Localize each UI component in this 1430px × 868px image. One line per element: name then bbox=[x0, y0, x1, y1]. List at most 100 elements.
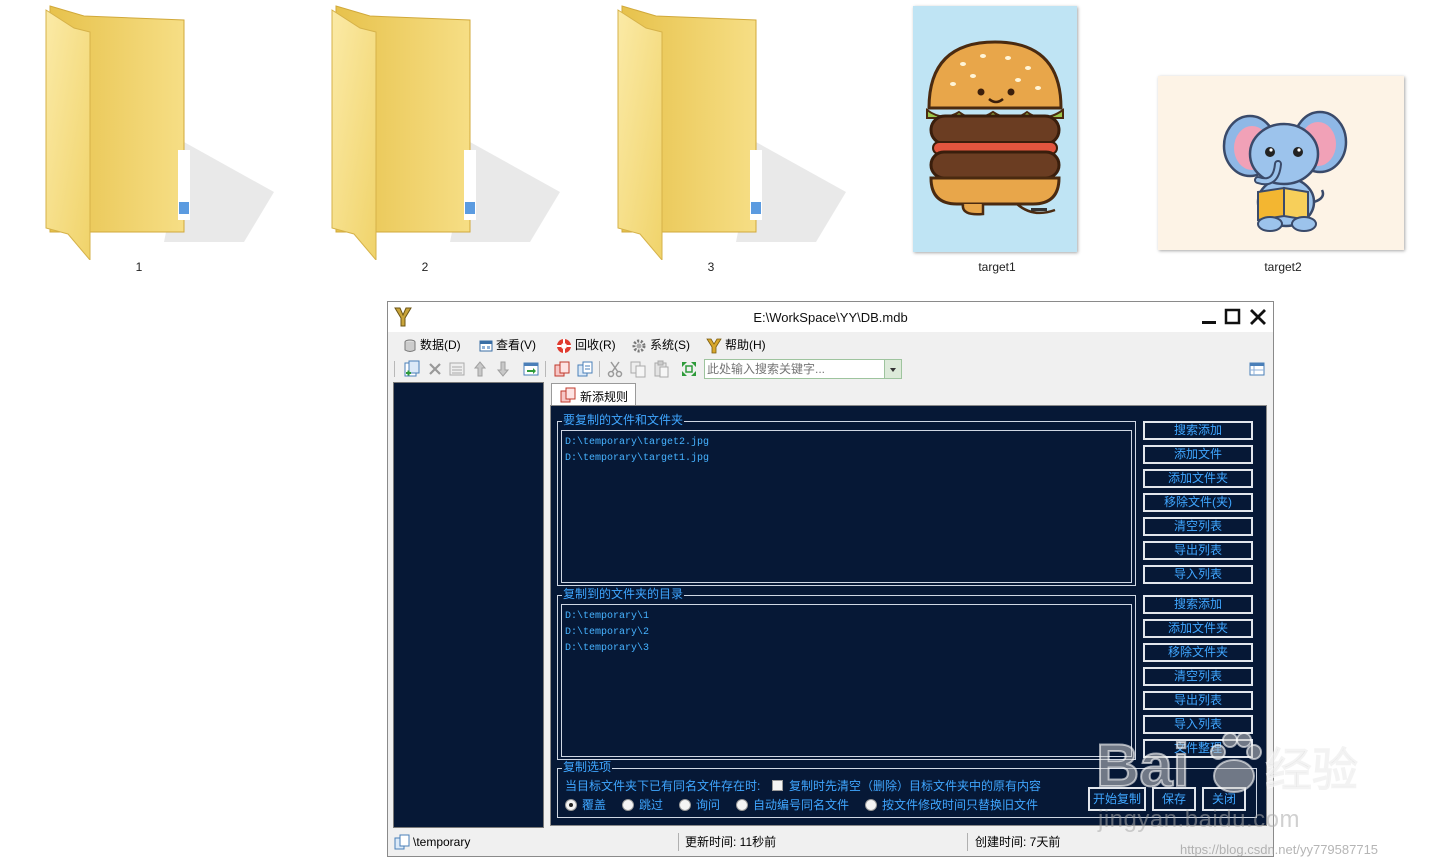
copy-icon bbox=[630, 361, 646, 378]
delete-button[interactable] bbox=[426, 360, 444, 378]
menu-label: 查看(V) bbox=[496, 338, 536, 352]
toolbar-grip bbox=[394, 361, 395, 377]
clear-first-checkbox[interactable] bbox=[772, 780, 783, 791]
list-item[interactable]: D:\temporary\3 bbox=[565, 641, 1131, 657]
list-item[interactable]: D:\temporary\target1.jpg bbox=[565, 451, 1131, 467]
rule-list-button[interactable] bbox=[576, 360, 594, 378]
image-item-target1[interactable]: target1 bbox=[872, 0, 1122, 280]
radio-auto-number-label: 自动编号同名文件 bbox=[753, 798, 850, 812]
database-icon bbox=[404, 339, 416, 352]
source-file-list[interactable]: D:\temporary\target2.jpg D:\temporary\ta… bbox=[561, 430, 1132, 583]
copy-rule-button[interactable] bbox=[553, 360, 571, 378]
copy-red-icon bbox=[560, 387, 576, 403]
target-export-button[interactable]: 导出列表 bbox=[1143, 691, 1253, 710]
folder-item-3[interactable]: 3 bbox=[586, 0, 846, 280]
paste-button[interactable] bbox=[652, 360, 670, 378]
minimize-icon bbox=[1202, 321, 1216, 324]
menu-data[interactable]: 数据(D) bbox=[403, 335, 461, 355]
source-clear-button[interactable]: 清空列表 bbox=[1143, 517, 1253, 536]
status-divider bbox=[967, 833, 968, 851]
svg-text:经验: 经验 bbox=[1266, 743, 1358, 797]
add-record-button[interactable] bbox=[403, 360, 421, 378]
target-group-title: 复制到的文件夹的目录 bbox=[562, 587, 685, 602]
radio-replace-older-label: 按文件修改时间只替换旧文件 bbox=[882, 798, 1039, 812]
list-item[interactable]: D:\temporary\target2.jpg bbox=[565, 435, 1131, 451]
list-item[interactable]: D:\temporary\1 bbox=[565, 609, 1131, 625]
tab-new-rule[interactable]: 新添规则 bbox=[551, 383, 636, 406]
rule-tree-panel[interactable] bbox=[393, 382, 544, 828]
delete-x-icon bbox=[429, 363, 441, 375]
toolbar-separator bbox=[599, 361, 600, 377]
window-title: E:\WorkSpace\YY\DB.mdb bbox=[753, 310, 908, 325]
app-window: E:\WorkSpace\YY\DB.mdb 数据(D) 查看(V) 回收(R)… bbox=[387, 301, 1274, 857]
radio-skip-label: 跳过 bbox=[639, 798, 664, 812]
source-search-add-button[interactable]: 搜索添加 bbox=[1143, 421, 1253, 440]
close-button[interactable] bbox=[1247, 306, 1269, 328]
target-import-button[interactable]: 导入列表 bbox=[1143, 715, 1253, 734]
source-add-folder-button[interactable]: 添加文件夹 bbox=[1143, 469, 1253, 488]
hamburger-thumbnail bbox=[913, 6, 1077, 252]
target-folder-list[interactable]: D:\temporary\1 D:\temporary\2 D:\tempora… bbox=[561, 604, 1132, 757]
title-bar[interactable]: E:\WorkSpace\YY\DB.mdb bbox=[388, 302, 1273, 332]
cut-button[interactable] bbox=[606, 360, 624, 378]
image-item-target2[interactable]: target2 bbox=[1158, 0, 1408, 280]
toolbar-separator bbox=[545, 361, 546, 377]
menu-label: 回收(R) bbox=[575, 338, 616, 352]
file-label: 3 bbox=[707, 260, 715, 274]
source-add-file-button[interactable]: 添加文件 bbox=[1143, 445, 1253, 464]
menu-bar: 数据(D) 查看(V) 回收(R) 系统(S) 帮助(H) bbox=[388, 332, 1273, 356]
status-divider bbox=[678, 833, 679, 851]
target-search-add-button[interactable]: 搜索添加 bbox=[1143, 595, 1253, 614]
menu-label: 系统(S) bbox=[650, 338, 690, 352]
radio-replace-older[interactable] bbox=[865, 799, 877, 811]
expand-icon bbox=[682, 362, 696, 376]
move-up-button[interactable] bbox=[471, 360, 489, 378]
window-export-icon bbox=[523, 362, 539, 376]
add-record-icon bbox=[404, 360, 420, 377]
watermark-url: https://blog.csdn.net/yy779587715 bbox=[1180, 842, 1379, 857]
options-group-title: 复制选项 bbox=[562, 760, 613, 775]
export-button[interactable] bbox=[522, 360, 540, 378]
menu-label: 帮助(H) bbox=[725, 338, 766, 352]
move-down-button[interactable] bbox=[494, 360, 512, 378]
target-clear-button[interactable]: 清空列表 bbox=[1143, 667, 1253, 686]
maximize-icon bbox=[1224, 308, 1241, 325]
source-export-button[interactable]: 导出列表 bbox=[1143, 541, 1253, 560]
radio-overwrite[interactable] bbox=[565, 799, 577, 811]
source-import-button[interactable]: 导入列表 bbox=[1143, 565, 1253, 584]
copy-button[interactable] bbox=[629, 360, 647, 378]
search-input[interactable] bbox=[705, 360, 887, 378]
maximize-button[interactable] bbox=[1222, 306, 1244, 328]
grid-layout-icon bbox=[1249, 362, 1265, 376]
folder-item-2[interactable]: 2 bbox=[300, 0, 560, 280]
menu-view[interactable]: 查看(V) bbox=[479, 335, 536, 355]
paste-icon bbox=[654, 360, 669, 378]
folder-item-1[interactable]: 1 bbox=[14, 0, 274, 280]
menu-system[interactable]: 系统(S) bbox=[631, 335, 690, 355]
menu-help[interactable]: 帮助(H) bbox=[706, 335, 766, 355]
file-label: 2 bbox=[421, 260, 429, 274]
source-remove-button[interactable]: 移除文件(夹) bbox=[1143, 493, 1253, 512]
search-dropdown-button[interactable] bbox=[884, 360, 901, 378]
minimize-button[interactable] bbox=[1198, 306, 1220, 328]
menu-recycle[interactable]: 回收(R) bbox=[556, 335, 616, 355]
file-label: target2 bbox=[1264, 260, 1302, 274]
folder-icon bbox=[331, 5, 560, 260]
list-item[interactable]: D:\temporary\2 bbox=[565, 625, 1131, 641]
radio-auto-number[interactable] bbox=[736, 799, 748, 811]
fullscreen-button[interactable] bbox=[680, 360, 698, 378]
properties-button[interactable] bbox=[448, 360, 466, 378]
radio-skip[interactable] bbox=[622, 799, 634, 811]
view-icon bbox=[479, 340, 493, 352]
radio-ask[interactable] bbox=[679, 799, 691, 811]
conflict-label: 当目标文件夹下已有同名文件存在时: bbox=[565, 779, 761, 793]
file-organize-button[interactable]: 文件整理 bbox=[1143, 739, 1253, 758]
target-remove-folder-button[interactable]: 移除文件夹 bbox=[1143, 643, 1253, 662]
close-icon bbox=[1250, 309, 1266, 325]
radio-ask-label: 询问 bbox=[696, 798, 721, 812]
target-add-folder-button[interactable]: 添加文件夹 bbox=[1143, 619, 1253, 638]
clear-first-label: 复制时先清空（删除）目标文件夹中的原有内容 bbox=[789, 779, 1042, 793]
toolbar bbox=[388, 356, 1273, 382]
layout-button[interactable] bbox=[1248, 360, 1266, 378]
gear-icon bbox=[632, 339, 646, 353]
